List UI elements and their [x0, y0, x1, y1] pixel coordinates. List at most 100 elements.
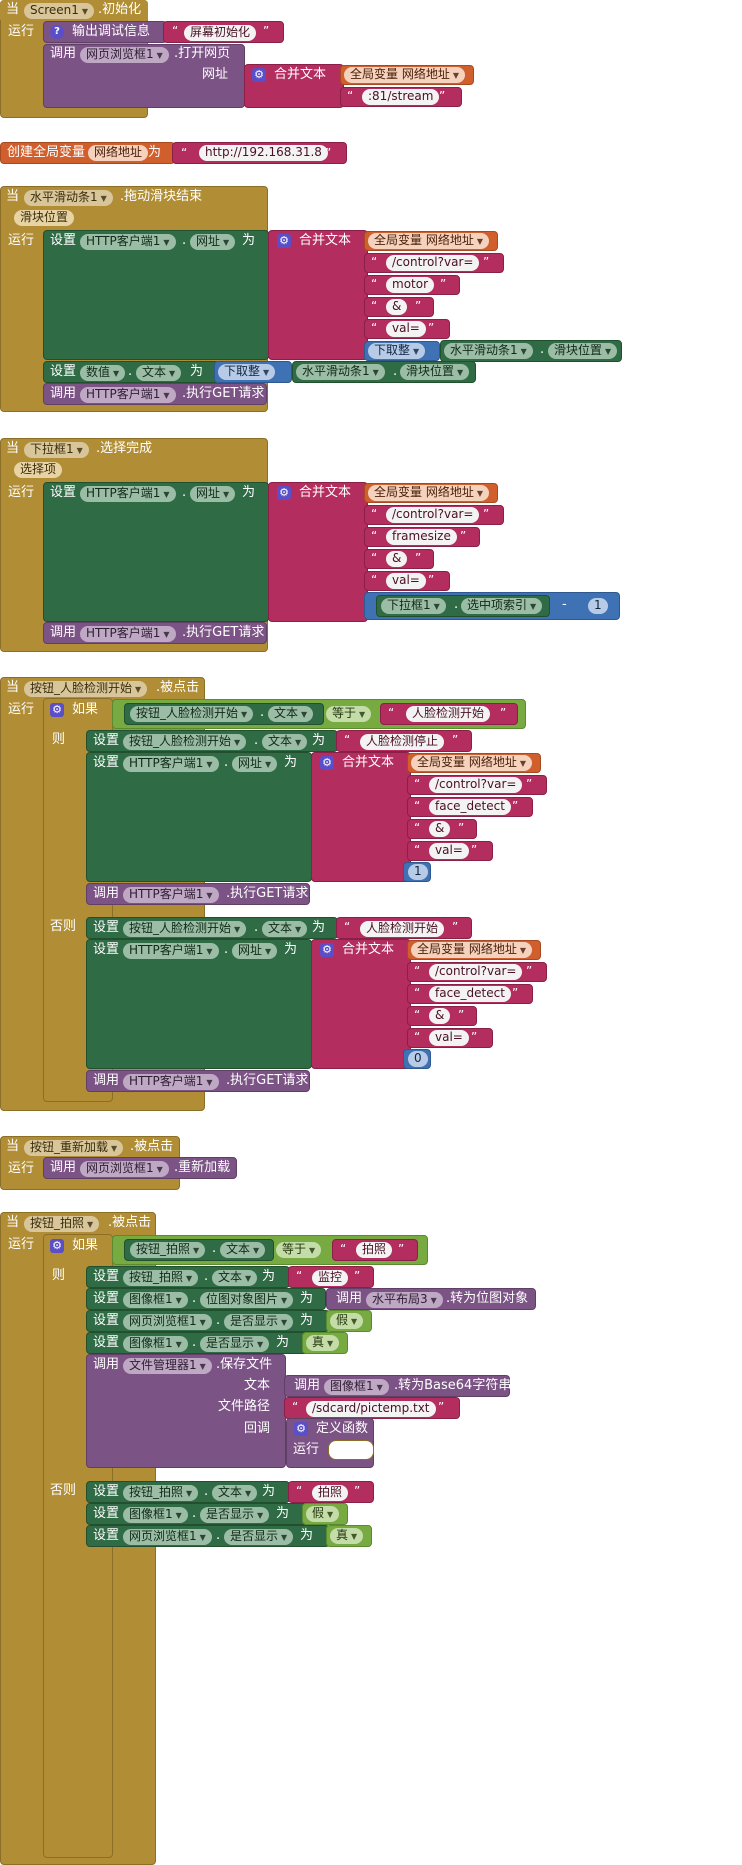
control-path-field[interactable]: /control?var=: [429, 777, 523, 793]
global-var-dropdown[interactable]: 全局变量 网络地址 ▼: [411, 755, 533, 771]
http-component-dropdown[interactable]: HTTP客户端1 ▼: [123, 943, 219, 959]
empty-statement-slot[interactable]: [328, 1440, 374, 1460]
face-button-component-dropdown[interactable]: 按钮_人脸检测开始 ▼: [24, 681, 148, 697]
global-var-dropdown[interactable]: 全局变量 网络地址 ▼: [344, 67, 466, 83]
ampersand-field[interactable]: &: [386, 299, 408, 315]
visible-property-dropdown[interactable]: 是否显示 ▼: [224, 1314, 294, 1330]
gear-icon[interactable]: ⚙: [50, 1239, 64, 1253]
global-var-dropdown[interactable]: 全局变量 网络地址 ▼: [368, 485, 490, 501]
browser-component-dropdown[interactable]: 网页浏览框1 ▼: [80, 47, 169, 63]
face-button-component-dropdown[interactable]: 按钮_人脸检测开始 ▼: [123, 734, 247, 750]
val-field[interactable]: val=: [386, 573, 426, 589]
gear-icon[interactable]: ⚙: [50, 703, 64, 717]
http-component-dropdown[interactable]: HTTP客户端1 ▼: [80, 234, 176, 250]
val-field[interactable]: val=: [429, 1030, 469, 1046]
false-dropdown[interactable]: 假 ▼: [306, 1506, 340, 1522]
url-property-dropdown[interactable]: 网址 ▼: [232, 756, 278, 772]
text-property-dropdown[interactable]: 文本 ▼: [212, 1485, 258, 1501]
join-block[interactable]: [268, 482, 368, 622]
thumb-position-dropdown[interactable]: 滑块位置 ▼: [548, 343, 618, 359]
face-button-component-dropdown[interactable]: 按钮_人脸检测开始 ▼: [130, 706, 254, 722]
gear-icon[interactable]: ⚙: [277, 234, 291, 248]
equals-dropdown[interactable]: 等于 ▼: [276, 1242, 322, 1258]
slider-component-dropdown[interactable]: 水平滑动条1 ▼: [24, 190, 113, 206]
reload-button-component-dropdown[interactable]: 按钮_重新加载 ▼: [24, 1140, 124, 1156]
image-component-dropdown[interactable]: 图像框1 ▼: [123, 1507, 188, 1523]
thumb-position-dropdown[interactable]: 滑块位置 ▼: [400, 364, 470, 380]
file-path-field[interactable]: /sdcard/pictemp.txt: [306, 1401, 436, 1417]
control-path-field[interactable]: /control?var=: [386, 255, 480, 271]
set-http-url-block[interactable]: [43, 482, 269, 622]
help-icon[interactable]: ?: [50, 25, 64, 39]
image-component-dropdown[interactable]: 图像框1 ▼: [123, 1336, 188, 1352]
number-component-dropdown[interactable]: 数值 ▼: [80, 365, 126, 381]
false-dropdown[interactable]: 假 ▼: [330, 1313, 364, 1329]
http-component-dropdown[interactable]: HTTP客户端1 ▼: [80, 626, 176, 642]
number-one-field[interactable]: 1: [408, 864, 428, 880]
true-dropdown[interactable]: 真 ▼: [330, 1528, 364, 1544]
face-start-text-field[interactable]: 人脸检测开始: [360, 921, 445, 937]
face-detect-param-field[interactable]: face_detect: [429, 986, 511, 1002]
image-component-dropdown[interactable]: 图像框1 ▼: [324, 1379, 389, 1395]
gear-icon[interactable]: ⚙: [252, 68, 266, 82]
slider-component-dropdown[interactable]: 水平滑动条1 ▼: [444, 343, 533, 359]
true-dropdown[interactable]: 真 ▼: [306, 1335, 340, 1351]
floor-dropdown[interactable]: 下取整 ▼: [368, 343, 426, 359]
number-one-field[interactable]: 1: [588, 598, 608, 614]
control-path-field[interactable]: /control?var=: [386, 507, 480, 523]
photo-button-component-dropdown[interactable]: 按钮_拍照 ▼: [130, 1242, 206, 1258]
http-component-dropdown[interactable]: HTTP客户端1 ▼: [123, 1074, 219, 1090]
visible-property-dropdown[interactable]: 是否显示 ▼: [200, 1336, 270, 1352]
global-var-name-field[interactable]: 网络地址: [88, 145, 149, 161]
framesize-field[interactable]: framesize: [386, 529, 457, 545]
visible-property-dropdown[interactable]: 是否显示 ▼: [200, 1507, 270, 1523]
event-param-selection[interactable]: 选择项: [14, 462, 63, 478]
photo-compare-field[interactable]: 拍照: [356, 1242, 393, 1258]
photo-button-component-dropdown[interactable]: 按钮_拍照 ▼: [123, 1485, 199, 1501]
log-text-field[interactable]: 屏幕初始化: [184, 25, 257, 41]
val-field[interactable]: val=: [386, 321, 426, 337]
spinner-component-dropdown[interactable]: 下拉框1 ▼: [24, 442, 89, 458]
gear-icon[interactable]: ⚙: [277, 486, 291, 500]
val-field[interactable]: val=: [429, 843, 469, 859]
browser-component-dropdown[interactable]: 网页浏览框1 ▼: [123, 1529, 212, 1545]
text-property-dropdown[interactable]: 文本 ▼: [212, 1270, 258, 1286]
text-property-dropdown[interactable]: 文本 ▼: [136, 365, 182, 381]
http-component-dropdown[interactable]: HTTP客户端1 ▼: [80, 387, 176, 403]
number-zero-field[interactable]: 0: [408, 1051, 428, 1067]
gear-icon[interactable]: ⚙: [320, 943, 334, 957]
face-stop-text-field[interactable]: 人脸检测停止: [360, 734, 445, 750]
text-property-dropdown[interactable]: 文本 ▼: [262, 734, 308, 750]
visible-property-dropdown[interactable]: 是否显示 ▼: [224, 1529, 294, 1545]
http-component-dropdown[interactable]: HTTP客户端1 ▼: [123, 756, 219, 772]
face-button-component-dropdown[interactable]: 按钮_人脸检测开始 ▼: [123, 921, 247, 937]
image-component-dropdown[interactable]: 图像框1 ▼: [123, 1292, 188, 1308]
bitmap-property-dropdown[interactable]: 位图对象图片 ▼: [200, 1292, 294, 1308]
url-property-dropdown[interactable]: 网址 ▼: [190, 234, 236, 250]
browser-component-dropdown[interactable]: 网页浏览框1 ▼: [80, 1161, 169, 1177]
browser-component-dropdown[interactable]: 网页浏览框1 ▼: [123, 1314, 212, 1330]
text-property-dropdown[interactable]: 文本 ▼: [262, 921, 308, 937]
gear-icon[interactable]: ⚙: [294, 1422, 308, 1436]
global-var-dropdown[interactable]: 全局变量 网络地址 ▼: [411, 942, 533, 958]
url-property-dropdown[interactable]: 网址 ▼: [190, 486, 236, 502]
spinner-component-dropdown[interactable]: 下拉框1 ▼: [381, 598, 446, 614]
face-start-compare-field[interactable]: 人脸检测开始: [406, 706, 491, 722]
ampersand-field[interactable]: &: [386, 551, 408, 567]
equals-dropdown[interactable]: 等于 ▼: [326, 706, 372, 722]
monitor-text-field[interactable]: 监控: [312, 1270, 349, 1286]
gear-icon[interactable]: ⚙: [320, 756, 334, 770]
floor-dropdown[interactable]: 下取整 ▼: [218, 364, 276, 380]
ampersand-field[interactable]: &: [429, 821, 451, 837]
http-component-dropdown[interactable]: HTTP客户端1 ▼: [123, 887, 219, 903]
event-param-thumb-position[interactable]: 滑块位置: [14, 210, 75, 226]
file-component-dropdown[interactable]: 文件管理器1 ▼: [123, 1358, 212, 1374]
layout-component-dropdown[interactable]: 水平布局3 ▼: [366, 1292, 443, 1308]
global-var-dropdown[interactable]: 全局变量 网络地址 ▼: [368, 233, 490, 249]
photo-text-field[interactable]: 拍照: [312, 1485, 349, 1501]
control-path-field[interactable]: /control?var=: [429, 964, 523, 980]
text-property-dropdown[interactable]: 文本 ▼: [268, 706, 314, 722]
face-detect-param-field[interactable]: face_detect: [429, 799, 511, 815]
url-property-dropdown[interactable]: 网址 ▼: [232, 943, 278, 959]
text-property-dropdown[interactable]: 文本 ▼: [220, 1242, 266, 1258]
